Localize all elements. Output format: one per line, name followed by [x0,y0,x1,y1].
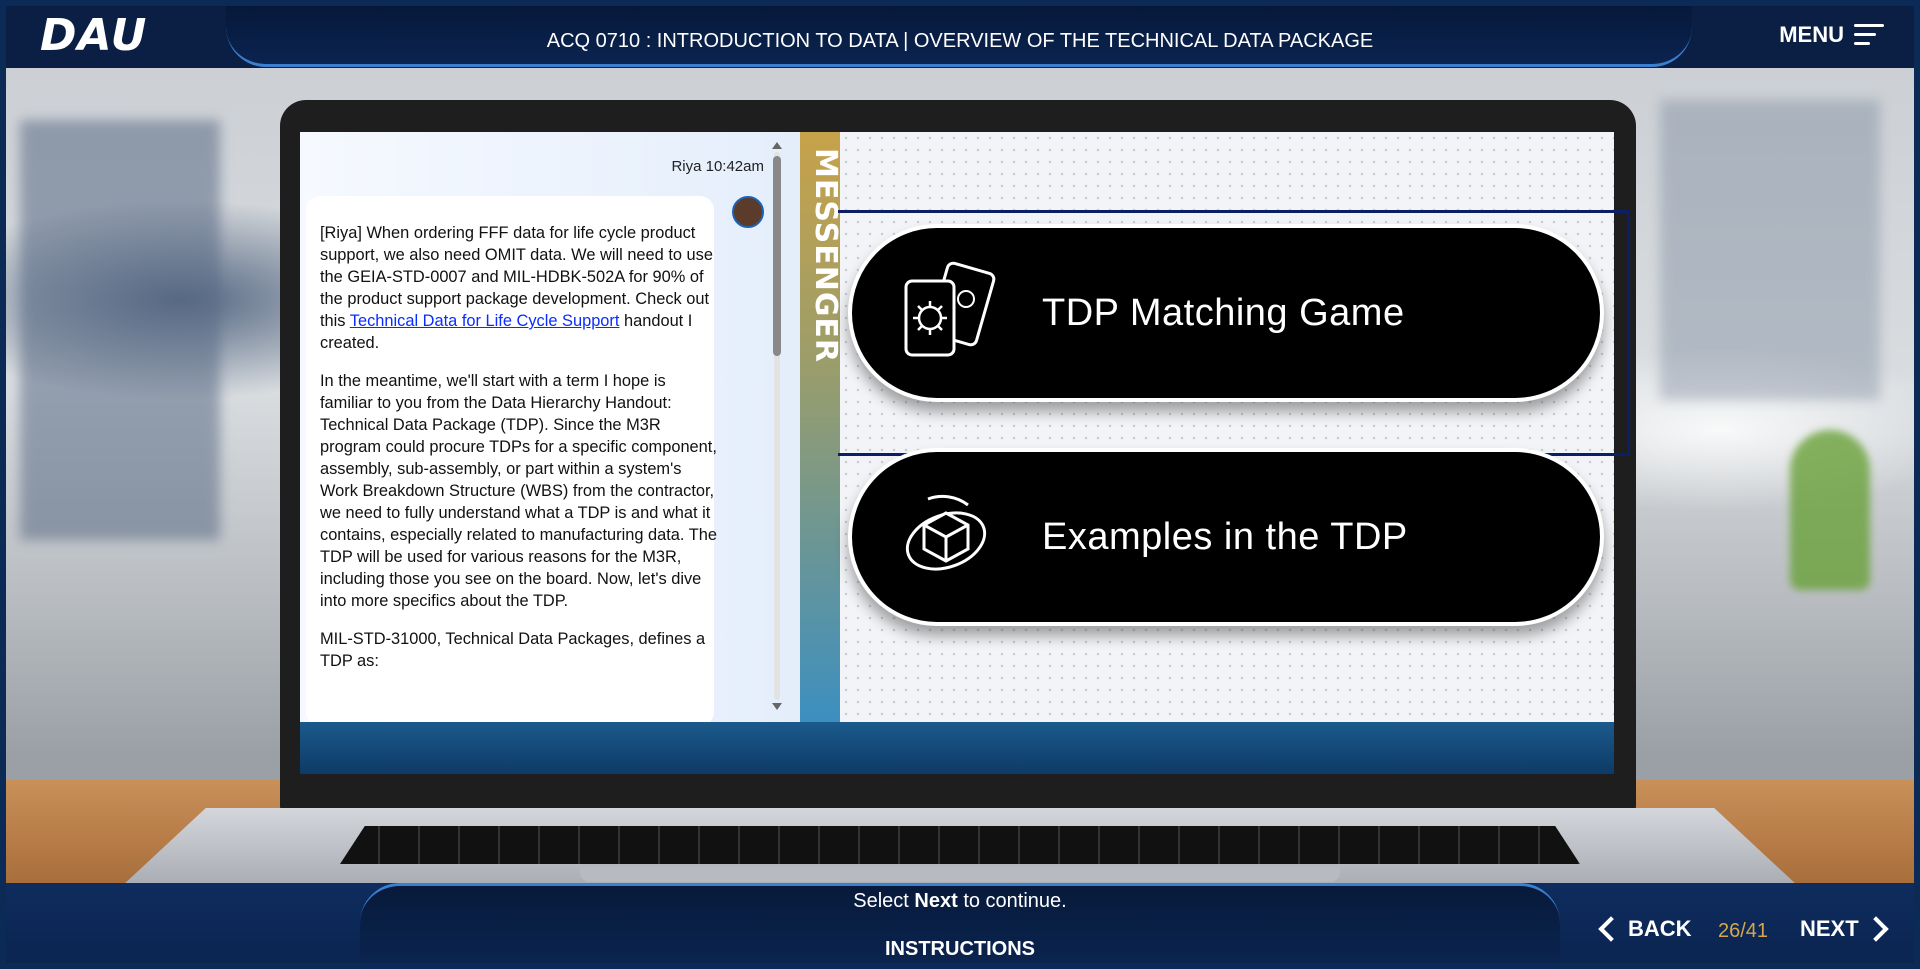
laptop-keyboard [340,826,1580,864]
handout-link[interactable]: Technical Data for Life Cycle Support [350,312,620,330]
scroll-down-icon[interactable] [772,703,782,710]
menu-button[interactable]: MENU [1779,22,1884,48]
screen-bottom-bar [300,722,1614,774]
message-text: [Riya] When ordering FFF data for life c… [320,222,720,688]
instruction-text: Select Next to continue. [853,890,1067,912]
messenger-scrollbar[interactable] [772,142,782,710]
scroll-up-icon[interactable] [772,142,782,149]
message-paragraph: In the meantime, we'll start with a term… [320,372,717,610]
card-label: TDP Matching Game [1042,291,1405,334]
messenger-tab[interactable]: MESSENGER [800,132,843,722]
page-indicator: 26/41 [1718,920,1769,942]
menu-icon [1854,24,1884,46]
messenger-panel: Riya 10:42am [Riya] When ordering FFF da… [300,132,800,726]
card-label: Examples in the TDP [1042,515,1408,558]
course-title: ACQ 0710 : INTRODUCTION TO DATA | OVERVI… [546,30,1374,52]
chevron-right-icon [1862,916,1889,942]
tdp-matching-game-button[interactable]: TDP Matching Game [848,224,1604,402]
background-window [20,120,220,540]
back-button[interactable]: BACK [1598,916,1692,942]
scroll-thumb[interactable] [773,156,781,356]
background-plant [1790,430,1870,590]
next-button[interactable]: NEXT [1800,916,1889,942]
back-label: BACK [1628,916,1692,941]
menu-label: MENU [1779,22,1844,47]
next-label: NEXT [1800,916,1859,941]
cards-icon [904,261,996,357]
laptop-trackpad [580,866,1340,882]
examples-in-tdp-button[interactable]: Examples in the TDP [848,448,1604,626]
background-window [1660,100,1880,400]
chevron-left-icon [1598,916,1624,942]
avatar [732,196,764,228]
message-paragraph: MIL-STD-31000, Technical Data Packages, … [320,630,706,670]
message-meta: Riya 10:42am [671,158,764,175]
rotate-cube-icon [905,494,987,571]
